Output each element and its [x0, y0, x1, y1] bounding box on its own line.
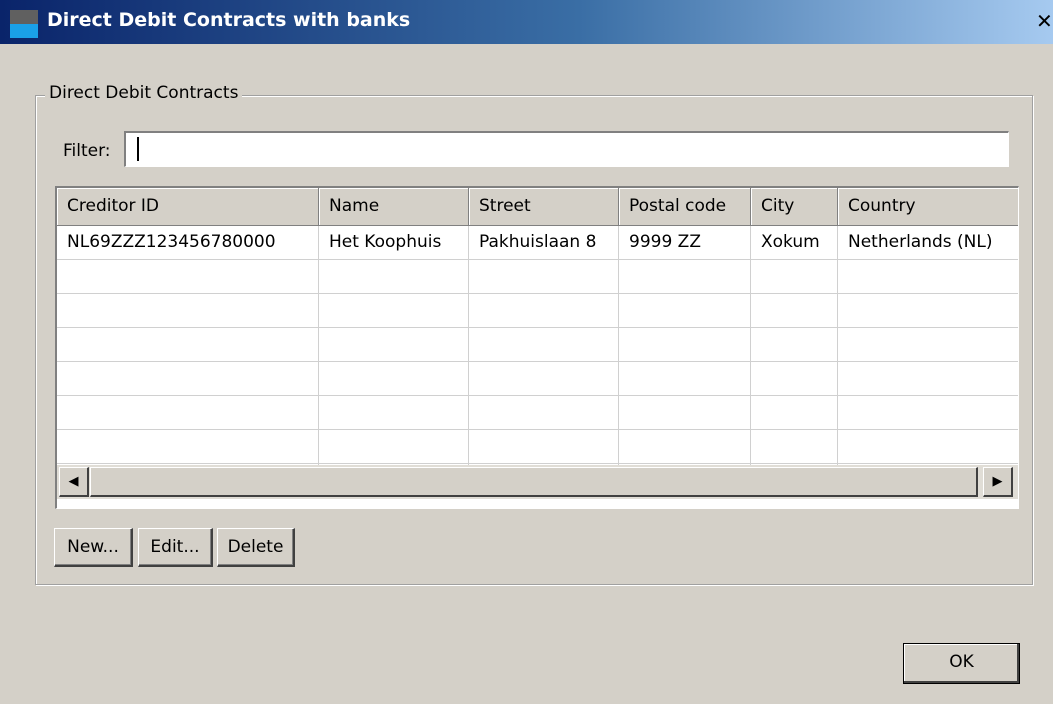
- cell-street: Pakhuislaan 8: [479, 232, 597, 252]
- groupbox-title: Direct Debit Contracts: [45, 83, 243, 103]
- title-bar[interactable]: Direct Debit Contracts with banks: [0, 0, 1053, 44]
- cell-city: Xokum: [761, 232, 820, 252]
- delete-button[interactable]: Delete: [217, 528, 295, 567]
- column-header-country[interactable]: Country: [838, 188, 1018, 226]
- column-header-name[interactable]: Name: [319, 188, 469, 226]
- column-header-city[interactable]: City: [751, 188, 838, 226]
- text-caret: [137, 137, 139, 161]
- contracts-table[interactable]: Creditor ID Name Street Postal code City…: [55, 186, 1019, 509]
- column-header-street[interactable]: Street: [469, 188, 619, 226]
- cell-postal-code: 9999 ZZ: [629, 232, 701, 252]
- new-button[interactable]: New...: [54, 528, 133, 567]
- app-icon: [10, 10, 38, 38]
- column-header-creditor-id[interactable]: Creditor ID: [57, 188, 319, 226]
- cell-country: Netherlands (NL): [848, 232, 993, 252]
- window-title: Direct Debit Contracts with banks: [47, 9, 411, 31]
- column-header-postal-code[interactable]: Postal code: [619, 188, 751, 226]
- scroll-right-icon[interactable]: ▶: [983, 467, 1013, 497]
- filter-input[interactable]: [124, 131, 1009, 167]
- ok-button[interactable]: OK: [903, 643, 1020, 684]
- cell-creditor-id: NL69ZZZ123456780000: [67, 232, 276, 252]
- close-icon[interactable]: ✕: [1036, 9, 1053, 33]
- filter-label: Filter:: [63, 141, 111, 161]
- scrollbar-thumb[interactable]: [90, 467, 978, 497]
- horizontal-scrollbar[interactable]: ◀ ▶: [57, 465, 1018, 499]
- scroll-left-icon[interactable]: ◀: [59, 467, 89, 497]
- cell-name: Het Koophuis: [329, 232, 442, 252]
- edit-button[interactable]: Edit...: [138, 528, 213, 567]
